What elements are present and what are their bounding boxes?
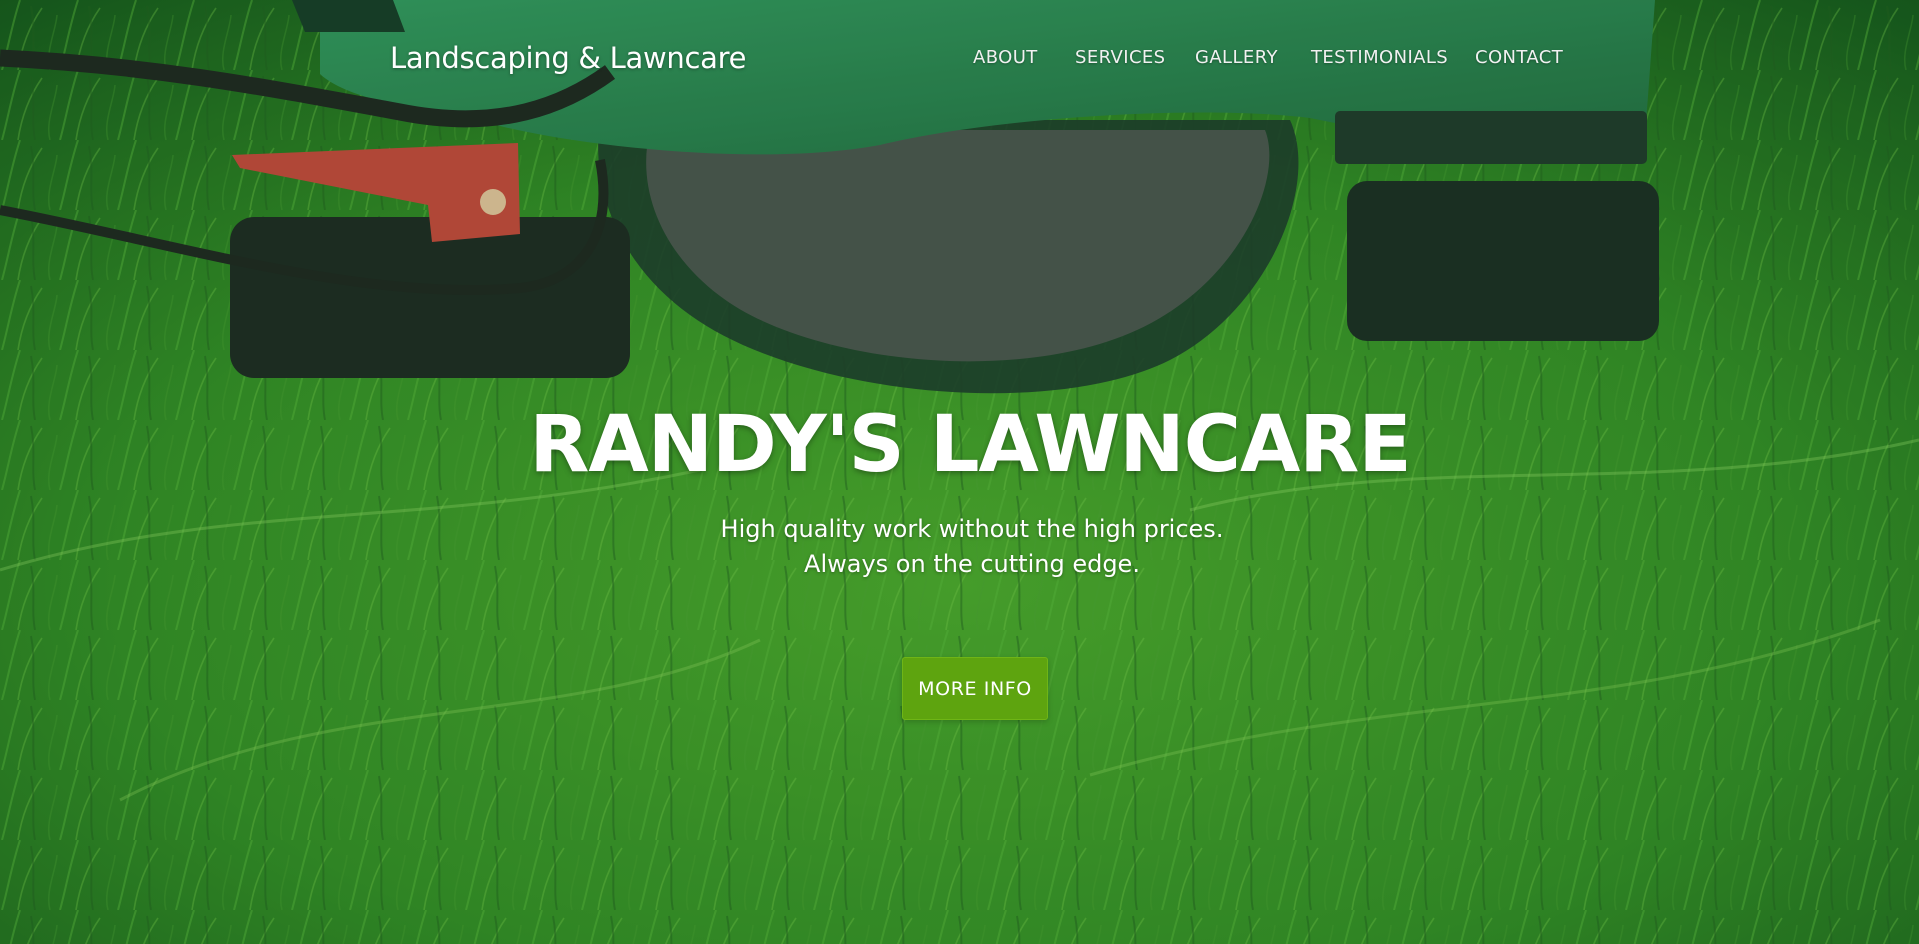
nav-link-testimonials[interactable]: TESTIMONIALS	[1311, 47, 1448, 68]
hero-subtitle-line: Always on the cutting edge.	[804, 550, 1140, 578]
nav-item-gallery: GALLERY	[1195, 44, 1278, 72]
hero-section: Landscaping & Lawncare ABOUT SERVICES GA…	[0, 0, 1919, 944]
nav-item-services: SERVICES	[1075, 44, 1166, 72]
brand-logo-link[interactable]: Landscaping & Lawncare	[390, 38, 746, 78]
nav-link-services[interactable]: SERVICES	[1075, 47, 1166, 68]
nav-item-testimonials: TESTIMONIALS	[1311, 44, 1448, 72]
nav-link-contact[interactable]: CONTACT	[1475, 47, 1563, 68]
nav-link-gallery[interactable]: GALLERY	[1195, 47, 1278, 68]
navbar: Landscaping & Lawncare ABOUT SERVICES GA…	[0, 0, 1919, 116]
more-info-button[interactable]: MORE INFO	[902, 657, 1048, 720]
hero-subtitle: High quality work without the high price…	[0, 512, 1919, 582]
hero-subtitle-line: High quality work without the high price…	[720, 515, 1224, 543]
nav-link-about[interactable]: ABOUT	[973, 47, 1038, 68]
nav-item-about: ABOUT	[973, 44, 1038, 72]
nav-item-contact: CONTACT	[1475, 44, 1563, 72]
hero-title: RANDY'S LAWNCARE	[529, 400, 1411, 490]
